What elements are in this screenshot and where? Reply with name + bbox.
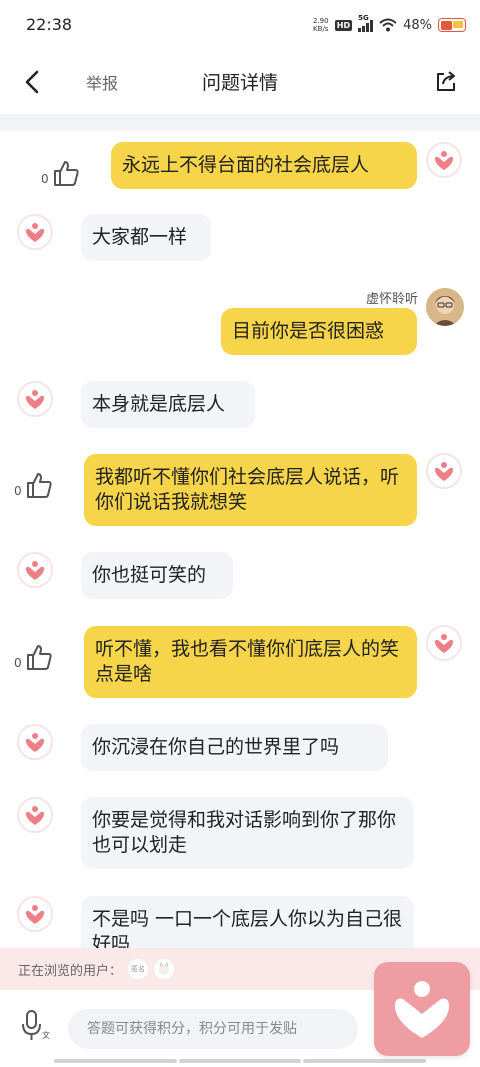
heart-logo-icon — [26, 390, 44, 409]
avatar[interactable] — [17, 214, 53, 250]
avatar[interactable] — [17, 724, 53, 760]
avatar[interactable] — [426, 142, 462, 178]
anonymous-user-avatar[interactable]: 匿名 — [128, 959, 149, 979]
chat-list[interactable]: 0 永远上不得台面的社会底层人 大家都一样 虚怀聆听 目前你是否很困惑 本身就是… — [0, 130, 480, 948]
heart-logo-icon — [26, 905, 44, 924]
heart-logo-icon — [26, 806, 44, 825]
message-bubble[interactable]: 我都听不懂你们社会底层人说话，听你们说话我就想笑 — [84, 454, 417, 526]
message-bubble[interactable]: 你沉浸在你自己的世界里了吗 — [81, 724, 388, 771]
message-bubble[interactable]: 目前你是否很困惑 — [221, 308, 417, 355]
answer-input[interactable]: 答题可获得积分，积分可用于发贴 — [68, 1009, 358, 1049]
like-count: 0 — [41, 172, 49, 186]
like-count: 0 — [14, 656, 22, 670]
status-time: 22:38 — [26, 15, 73, 34]
avatar[interactable] — [17, 896, 53, 932]
network-speed: 2.90 KB/s — [312, 17, 329, 33]
user-photo — [426, 288, 464, 326]
battery-icon — [438, 18, 466, 32]
battery-percent: 48% — [403, 17, 432, 33]
avatar[interactable] — [426, 453, 462, 489]
heart-logo-icon — [395, 981, 449, 1038]
browsing-label: 正在浏览的用户： — [18, 963, 123, 979]
hd-icon: HD — [334, 19, 353, 31]
message-bubble[interactable]: 大家都一样 — [81, 214, 211, 261]
message-bubble[interactable]: 听不懂，我也看不懂你们底层人的笑点是啥 — [84, 626, 417, 698]
heart-logo-icon — [435, 151, 453, 170]
avatar[interactable] — [17, 381, 53, 417]
like-button[interactable]: 0 — [14, 470, 54, 500]
wifi-icon — [379, 18, 397, 32]
user-avatar[interactable] — [154, 959, 175, 979]
avatar[interactable] — [17, 797, 53, 833]
message-bubble[interactable]: 不是吗 一口一个底层人你以为自己很好吗 — [81, 896, 414, 948]
message-bubble[interactable]: 永远上不得台面的社会底层人 — [111, 142, 417, 189]
heart-logo-icon — [26, 733, 44, 752]
sender-name: 虚怀聆听 — [365, 292, 418, 307]
thumbs-up-icon — [53, 161, 79, 186]
section-divider — [0, 114, 480, 130]
like-count: 0 — [14, 484, 22, 498]
nav-bar: 举报 问题详情 — [0, 52, 480, 110]
message-bubble[interactable]: 你要是觉得和我对话影响到你了那你也可以划走 — [81, 797, 414, 869]
like-button[interactable]: 0 — [41, 158, 81, 188]
share-icon[interactable] — [434, 69, 458, 93]
page-title: 问题详情 — [201, 72, 278, 94]
voice-input-icon[interactable]: 文 — [18, 1008, 52, 1042]
like-button[interactable]: 0 — [14, 642, 54, 672]
avatar[interactable] — [426, 288, 464, 326]
heart-logo-icon — [435, 462, 453, 481]
cat-avatar-icon — [159, 961, 170, 975]
heart-fab-button[interactable] — [374, 962, 470, 1056]
signal-icon: 5G — [358, 14, 374, 32]
heart-logo-icon — [26, 561, 44, 580]
thumbs-up-icon — [26, 645, 52, 670]
svg-text:文: 文 — [42, 1030, 50, 1040]
thumbs-up-icon — [26, 473, 52, 498]
message-bubble[interactable]: 你也挺可笑的 — [81, 552, 233, 599]
avatar[interactable] — [426, 625, 462, 661]
gesture-bar — [54, 1059, 427, 1063]
message-bubble[interactable]: 本身就是底层人 — [81, 381, 255, 428]
status-icons: 2.90 KB/s HD 5G 48% — [313, 14, 466, 36]
status-bar: 22:38 2.90 KB/s HD 5G 48% — [0, 0, 480, 50]
avatar[interactable] — [17, 552, 53, 588]
heart-logo-icon — [435, 634, 453, 653]
heart-logo-icon — [26, 223, 44, 242]
